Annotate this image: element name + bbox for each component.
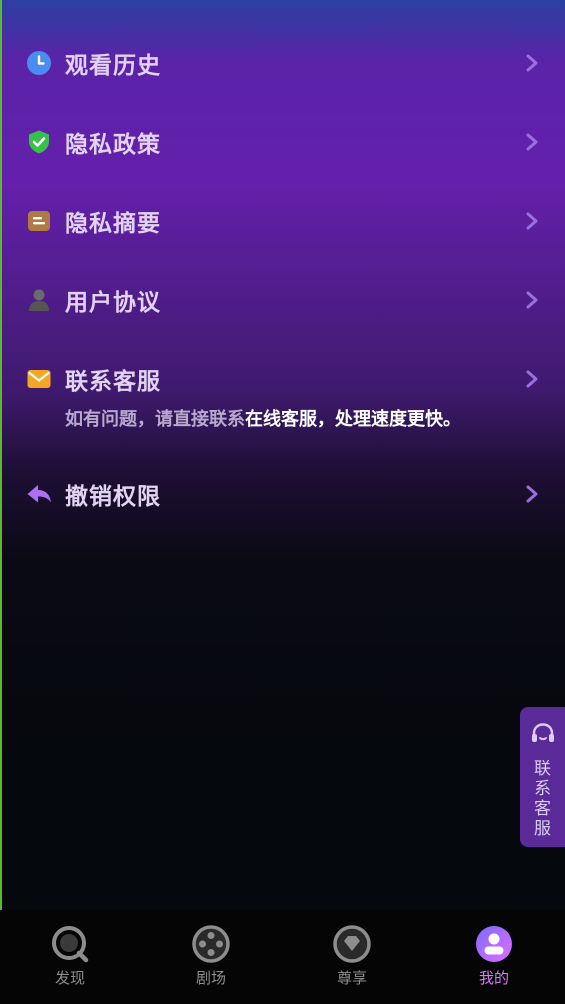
user-icon bbox=[26, 287, 52, 313]
floating-support-button[interactable]: 联 系 客 服 bbox=[520, 707, 565, 847]
shield-check-icon bbox=[26, 129, 52, 155]
menu-item-watch-history[interactable]: 观看历史 bbox=[0, 33, 565, 93]
menu-item-label: 观看历史 bbox=[65, 53, 161, 79]
menu-item-label: 联系客服 bbox=[65, 369, 161, 395]
floating-support-char: 服 bbox=[534, 819, 551, 839]
contact-note-prefix: 如有问题，请直接联系 bbox=[65, 409, 245, 430]
document-icon bbox=[26, 208, 52, 234]
film-reel-icon bbox=[191, 924, 231, 964]
menu-item-privacy-summary[interactable]: 隐私摘要 bbox=[0, 191, 565, 251]
contact-support-note: 如有问题，请直接联系在线客服，处理速度更快。 bbox=[65, 405, 461, 431]
clock-icon bbox=[26, 50, 52, 76]
floating-support-label: 联 系 客 服 bbox=[520, 759, 565, 839]
chevron-right-icon bbox=[525, 132, 539, 152]
contact-note-highlight: 在线客服，处理速度更快。 bbox=[245, 409, 461, 430]
headset-icon bbox=[530, 721, 556, 751]
chevron-right-icon bbox=[525, 369, 539, 389]
tab-discover[interactable]: 发现 bbox=[25, 910, 115, 1004]
diamond-icon bbox=[332, 924, 372, 964]
bottom-tab-bar: 发现 剧场 尊享 我的 bbox=[0, 910, 565, 1004]
tab-label: 尊享 bbox=[336, 969, 367, 987]
floating-support-char: 客 bbox=[534, 799, 551, 819]
tab-theater[interactable]: 剧场 bbox=[166, 910, 256, 1004]
tab-label: 我的 bbox=[478, 969, 509, 987]
discover-icon bbox=[50, 924, 90, 964]
floating-support-char: 联 bbox=[534, 759, 551, 779]
menu-item-contact-support[interactable]: 联系客服 bbox=[0, 349, 565, 409]
menu-item-label: 隐私摘要 bbox=[65, 211, 161, 237]
mail-icon bbox=[26, 366, 52, 392]
menu-item-revoke-permissions[interactable]: 撤销权限 bbox=[0, 464, 565, 524]
chevron-right-icon bbox=[525, 290, 539, 310]
chevron-right-icon bbox=[525, 484, 539, 504]
floating-support-char: 系 bbox=[534, 779, 551, 799]
chevron-right-icon bbox=[525, 53, 539, 73]
menu-item-privacy-policy[interactable]: 隐私政策 bbox=[0, 112, 565, 172]
menu-item-label: 隐私政策 bbox=[65, 132, 161, 158]
tab-premium[interactable]: 尊享 bbox=[307, 910, 397, 1004]
tab-label: 剧场 bbox=[195, 969, 226, 987]
revoke-arrow-icon bbox=[26, 481, 52, 507]
tab-mine[interactable]: 我的 bbox=[449, 910, 539, 1004]
chevron-right-icon bbox=[525, 211, 539, 231]
menu-item-label: 撤销权限 bbox=[65, 484, 161, 510]
menu-item-label: 用户协议 bbox=[65, 290, 161, 316]
tab-label: 发现 bbox=[54, 969, 85, 987]
profile-icon bbox=[474, 924, 514, 964]
menu-item-user-agreement[interactable]: 用户协议 bbox=[0, 270, 565, 330]
